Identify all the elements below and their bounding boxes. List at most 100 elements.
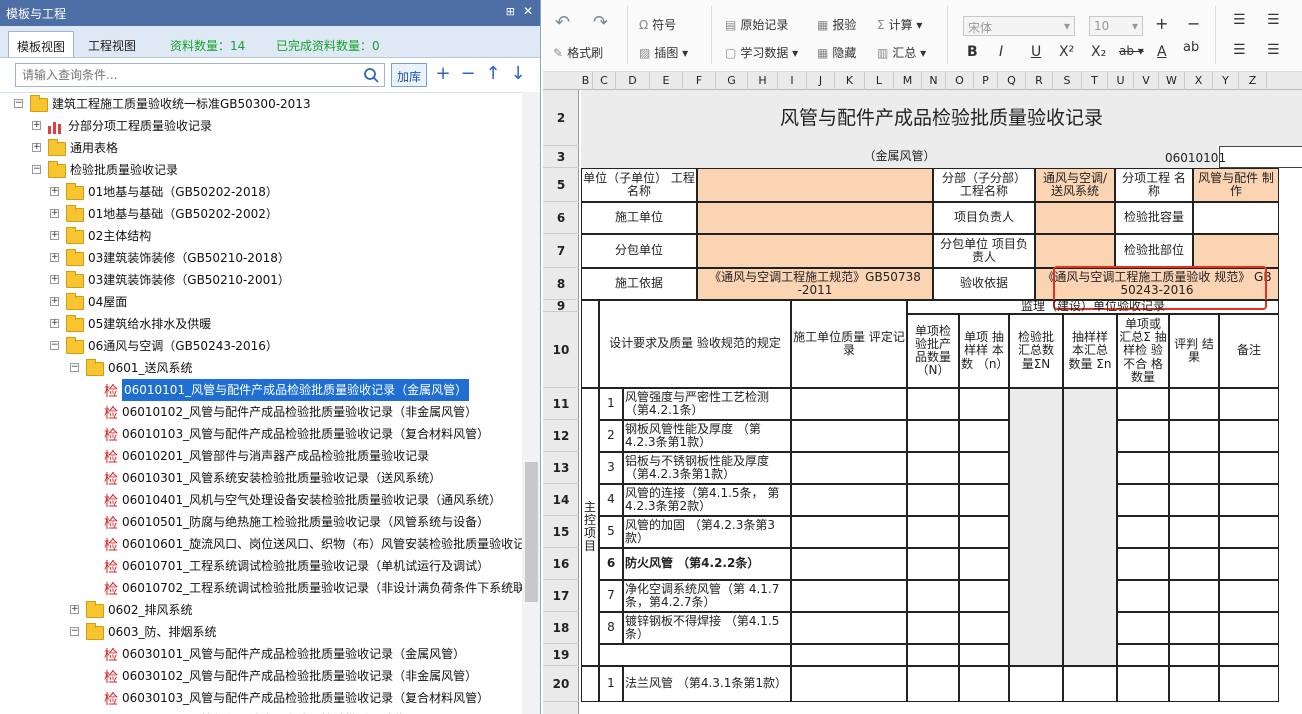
- tab-project-view[interactable]: 工程视图: [80, 31, 144, 57]
- form-cell[interactable]: 7: [599, 580, 623, 612]
- form-cell[interactable]: [581, 666, 599, 702]
- form-cell[interactable]: [1169, 388, 1219, 420]
- form-cell[interactable]: [1117, 452, 1169, 484]
- form-cell[interactable]: 项目负责人: [933, 202, 1035, 234]
- tree-node[interactable]: 检06030201_风管部件与消声器产成品检验批质量验收记录: [0, 709, 522, 714]
- tree-node[interactable]: +01地基与基础（GB50202-2018）: [0, 181, 522, 203]
- tree-node[interactable]: +04屋面: [0, 291, 522, 313]
- column-header[interactable]: T: [1082, 72, 1108, 90]
- column-header[interactable]: S: [1053, 72, 1082, 90]
- form-cell[interactable]: [1035, 202, 1115, 234]
- tree-node[interactable]: + 通用表格: [0, 137, 522, 159]
- form-cell[interactable]: [1193, 234, 1279, 268]
- form-cell[interactable]: [791, 580, 907, 612]
- pin-icon[interactable]: ⊞: [506, 5, 515, 18]
- form-cell[interactable]: [907, 612, 959, 644]
- form-cell[interactable]: 单项 抽样样 本数 （n）: [959, 314, 1009, 388]
- column-header[interactable]: N: [922, 72, 946, 90]
- form-code-box[interactable]: [1219, 146, 1302, 168]
- search-icon[interactable]: [363, 67, 379, 83]
- form-cell[interactable]: [1117, 484, 1169, 516]
- row-header[interactable]: 18: [543, 612, 579, 644]
- form-cell[interactable]: [959, 452, 1009, 484]
- form-cell[interactable]: 1: [599, 388, 623, 420]
- column-header[interactable]: D: [616, 72, 650, 90]
- remove-icon[interactable]: −: [458, 64, 478, 84]
- row-header[interactable]: 16: [543, 548, 579, 580]
- row-header[interactable]: 20: [543, 666, 579, 702]
- form-cell[interactable]: 风管与配件 制作: [1193, 168, 1279, 202]
- align-left-icon[interactable]: ☰: [1233, 42, 1246, 58]
- align-top-icon[interactable]: ☰: [1233, 12, 1246, 28]
- calc-button[interactable]: Σ 计算 ▾: [877, 16, 922, 33]
- expander-icon[interactable]: −: [70, 627, 79, 636]
- form-cell[interactable]: [907, 484, 959, 516]
- font-select[interactable]: 宋体 ▾: [963, 16, 1075, 36]
- form-cell[interactable]: [907, 516, 959, 548]
- form-cell[interactable]: [791, 644, 907, 666]
- column-header[interactable]: C: [593, 72, 616, 90]
- form-cell[interactable]: [791, 666, 907, 702]
- row-header[interactable]: 15: [543, 516, 579, 548]
- tree-node[interactable]: 检 06010101_风管与配件产成品检验批质量验收记录（金属风管）: [0, 379, 522, 401]
- form-cell[interactable]: 施工依据: [581, 268, 697, 300]
- tab-template-view[interactable]: 模板视图: [8, 31, 75, 57]
- strikethrough-icon[interactable]: ab ▾: [1119, 44, 1144, 58]
- form-cell[interactable]: [959, 484, 1009, 516]
- row-header[interactable]: 17: [543, 580, 579, 612]
- summary-button[interactable]: ▥ 汇总 ▾: [877, 44, 926, 61]
- form-cell[interactable]: [1219, 612, 1279, 644]
- hide-button[interactable]: ▦ 隐藏: [817, 44, 856, 61]
- column-header[interactable]: L: [865, 72, 894, 90]
- row-header[interactable]: 5: [543, 168, 579, 202]
- form-cell[interactable]: [697, 202, 933, 234]
- form-cell[interactable]: [907, 666, 959, 702]
- form-cell[interactable]: [959, 548, 1009, 580]
- symbol-button[interactable]: Ω 符号: [639, 16, 676, 33]
- form-cell[interactable]: [1219, 580, 1279, 612]
- form-cell[interactable]: 检验批容量: [1115, 202, 1193, 234]
- form-cell[interactable]: [1169, 666, 1219, 702]
- form-cell[interactable]: [1169, 548, 1219, 580]
- tree-node[interactable]: 检 06010501_防腐与绝热施工检验批质量验收记录（风管系统与设备）: [0, 511, 522, 533]
- form-cell[interactable]: 净化空调系统风管（第 4.1.7条，第4.2.7条）: [623, 580, 791, 612]
- tree-node[interactable]: 检 06010702_工程系统调试检验批质量验收记录（非设计满负荷条件下系统联合: [0, 577, 522, 599]
- column-header[interactable]: E: [650, 72, 683, 90]
- form-cell[interactable]: [1035, 234, 1115, 268]
- row-header[interactable]: 9: [543, 300, 579, 312]
- form-cell[interactable]: 3: [599, 452, 623, 484]
- form-cell[interactable]: 8: [599, 612, 623, 644]
- tree-node[interactable]: − 0601_送风系统: [0, 357, 522, 379]
- column-header[interactable]: P: [974, 72, 998, 90]
- row-header[interactable]: 3: [543, 146, 579, 168]
- column-header[interactable]: F: [683, 72, 716, 90]
- form-cell[interactable]: [1193, 202, 1279, 234]
- tree-node[interactable]: +01地基与基础（GB50202-2002）: [0, 203, 522, 225]
- form-cell[interactable]: [959, 388, 1009, 420]
- form-cell[interactable]: 5: [599, 516, 623, 548]
- tree-node[interactable]: +02主体结构: [0, 225, 522, 247]
- row-header[interactable]: 7: [543, 234, 579, 268]
- form-cell[interactable]: [1117, 580, 1169, 612]
- form-cell[interactable]: 镀锌钢板不得焊接 （第4.1.5条）: [623, 612, 791, 644]
- form-cell[interactable]: 设计要求及质量 验收规范的规定: [599, 300, 791, 388]
- form-cell[interactable]: [907, 548, 959, 580]
- form-cell[interactable]: 1: [599, 666, 623, 702]
- form-cell[interactable]: [1219, 516, 1279, 548]
- form-cell[interactable]: [697, 234, 933, 268]
- row-header[interactable]: 19: [543, 644, 579, 666]
- form-cell[interactable]: 检验批部位: [1115, 234, 1193, 268]
- tree-node[interactable]: +03建筑装饰装修（GB50210-2001）: [0, 269, 522, 291]
- original-record-button[interactable]: ▤ 原始记录: [725, 16, 788, 33]
- form-cell[interactable]: 验收依据: [933, 268, 1035, 300]
- decrease-size-icon[interactable]: −: [1187, 14, 1200, 33]
- expander-icon[interactable]: −: [50, 341, 59, 350]
- expander-icon[interactable]: +: [70, 605, 79, 614]
- insert-image-button[interactable]: ▨ 插图 ▾: [639, 44, 688, 61]
- row-header[interactable]: 11: [543, 388, 579, 420]
- form-cell[interactable]: 分项工程 名称: [1115, 168, 1193, 202]
- form-cell[interactable]: [1219, 484, 1279, 516]
- form-cell[interactable]: 分部（子分部） 工程名称: [933, 168, 1035, 202]
- form-cell[interactable]: [791, 516, 907, 548]
- form-cell[interactable]: [959, 666, 1009, 702]
